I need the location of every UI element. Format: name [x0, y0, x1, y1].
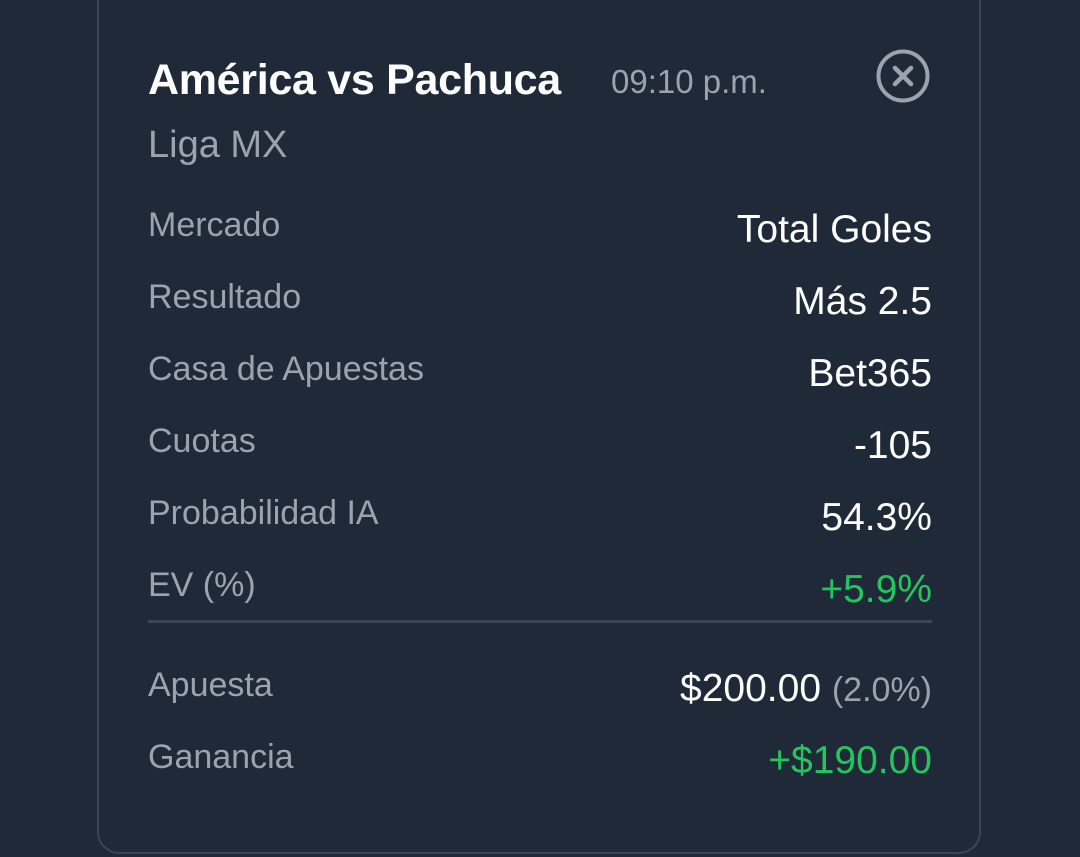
bookmaker-label: Casa de Apuestas — [148, 350, 424, 388]
result-value: Más 2.5 — [793, 280, 932, 323]
profit-label: Ganancia — [148, 738, 294, 776]
probability-label: Probabilidad IA — [148, 494, 379, 532]
ev-value: +5.9% — [820, 568, 932, 611]
close-button[interactable] — [876, 49, 930, 103]
league-name: Liga MX — [148, 124, 288, 166]
bookmaker-value: Bet365 — [808, 352, 932, 395]
divider — [148, 620, 932, 623]
match-title: América vs Pachuca — [148, 56, 561, 104]
stake-value: $200.00 — [680, 667, 822, 710]
market-value: Total Goles — [736, 208, 932, 251]
close-circle-icon — [876, 49, 930, 103]
match-time: 09:10 p.m. — [611, 63, 767, 100]
odds-value: -105 — [853, 424, 932, 467]
stake-row-value: $200.00 (2.0%) — [680, 667, 932, 711]
result-label: Resultado — [148, 278, 302, 316]
stake-percent: (2.0%) — [831, 671, 932, 709]
profit-value: +$190.00 — [768, 739, 932, 782]
probability-value: 54.3% — [821, 496, 932, 539]
market-label: Mercado — [148, 206, 281, 244]
odds-label: Cuotas — [148, 422, 256, 460]
stake-label: Apuesta — [148, 666, 273, 704]
ev-label: EV (%) — [148, 566, 256, 604]
